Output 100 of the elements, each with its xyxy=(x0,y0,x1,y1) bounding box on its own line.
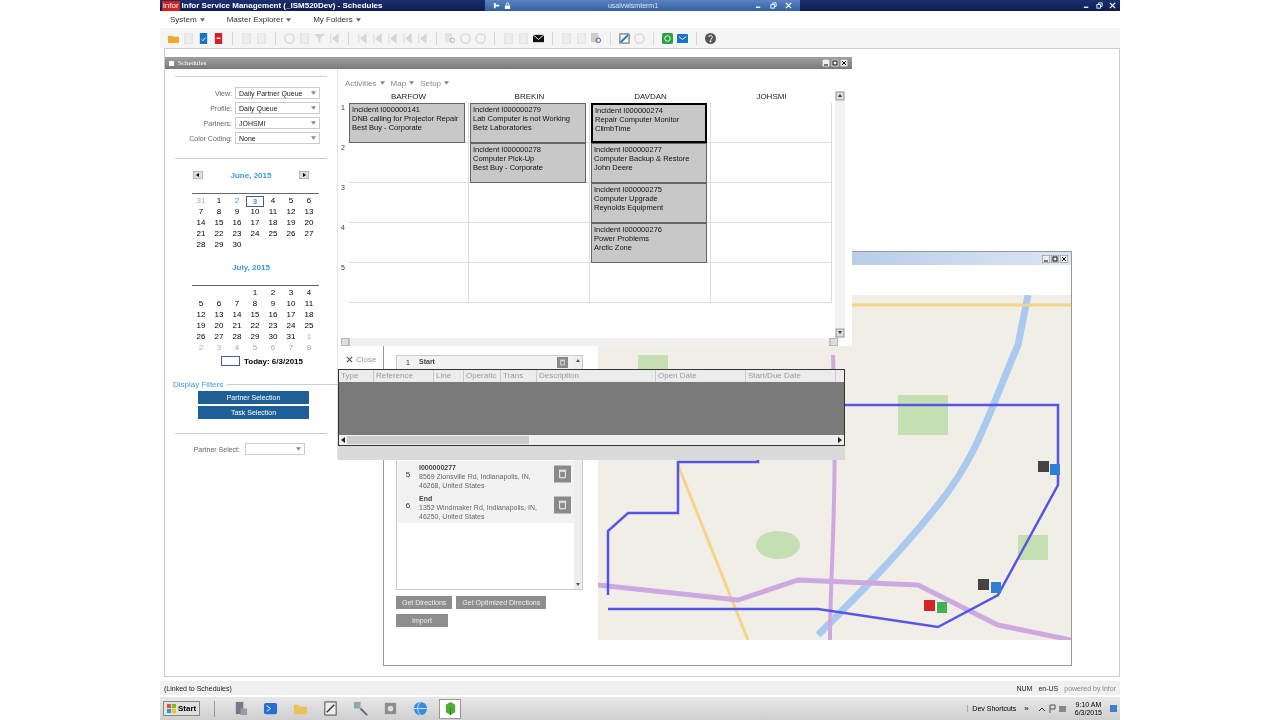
calendar-day[interactable]: 8 xyxy=(246,299,264,310)
calendar-day[interactable]: 10 xyxy=(282,299,300,310)
schedule-slot[interactable] xyxy=(348,263,469,303)
pin-icon[interactable] xyxy=(493,2,500,9)
calendar-day[interactable]: 11 xyxy=(264,207,282,218)
calendar-day[interactable]: 24 xyxy=(282,321,300,332)
calendar-day[interactable]: 21 xyxy=(192,229,210,240)
calendar-day[interactable]: 20 xyxy=(300,218,318,229)
search-icon[interactable] xyxy=(591,32,602,44)
calendar-day[interactable]: 1 xyxy=(210,196,228,207)
calendar-day[interactable]: 1 xyxy=(246,288,264,299)
schedule-slot[interactable] xyxy=(711,263,832,303)
menu-item[interactable]: My Folders xyxy=(313,15,361,24)
calendar-day[interactable]: 30 xyxy=(228,240,246,251)
calendar-day[interactable]: 4 xyxy=(300,288,318,299)
calendar-day[interactable]: 5 xyxy=(192,299,210,310)
schedule-slot[interactable] xyxy=(711,143,832,183)
calendar-day[interactable]: 17 xyxy=(282,310,300,321)
calendar-day[interactable]: 25 xyxy=(300,321,318,332)
calendar-day[interactable]: 13 xyxy=(300,207,318,218)
document-icon[interactable] xyxy=(198,32,209,44)
calendar-day[interactable]: 25 xyxy=(264,229,282,240)
calendar-day[interactable]: 7 xyxy=(192,207,210,218)
schedule-slot[interactable] xyxy=(348,223,469,263)
schedule-slot[interactable] xyxy=(469,263,590,303)
calendar-day[interactable]: 24 xyxy=(246,229,264,240)
calendar-day[interactable]: 17 xyxy=(246,218,264,229)
close-button[interactable] xyxy=(840,59,848,67)
calendar-day[interactable]: 12 xyxy=(192,310,210,321)
link-icon[interactable] xyxy=(662,32,673,44)
calendar-day[interactable]: 27 xyxy=(300,229,318,240)
calendar-day[interactable]: 5 xyxy=(282,196,300,207)
calendar-day[interactable]: 13 xyxy=(210,310,228,321)
pen-icon[interactable] xyxy=(619,32,630,44)
menu-item[interactable]: Setup xyxy=(420,78,450,88)
help-icon[interactable] xyxy=(705,32,716,44)
schedule-slot[interactable] xyxy=(711,103,832,143)
calendar-day[interactable]: 10 xyxy=(246,207,264,218)
cube-icon[interactable] xyxy=(439,698,462,719)
next-month-button[interactable] xyxy=(299,171,309,179)
calendar-day[interactable]: 14 xyxy=(228,310,246,321)
maximize-button[interactable] xyxy=(831,59,839,67)
delete-button[interactable] xyxy=(554,357,571,368)
calendar-day[interactable]: 19 xyxy=(282,218,300,229)
dropdown[interactable] xyxy=(245,443,305,455)
start-button[interactable]: Start xyxy=(163,701,201,716)
maximize-button[interactable] xyxy=(1051,254,1059,263)
pdf-icon[interactable] xyxy=(213,32,224,44)
calendar-day[interactable]: 22 xyxy=(246,321,264,332)
calendar-day[interactable]: 27 xyxy=(210,332,228,343)
scrollbar[interactable] xyxy=(835,91,845,338)
close-button[interactable] xyxy=(1060,254,1068,263)
calendar-day[interactable]: 23 xyxy=(228,229,246,240)
schedule-slot[interactable] xyxy=(348,183,469,223)
calendar-day[interactable]: 14 xyxy=(192,218,210,229)
schedule-slot[interactable] xyxy=(348,143,469,183)
calendar-day[interactable]: 26 xyxy=(282,229,300,240)
menu-item[interactable]: Master Explorer xyxy=(226,15,292,24)
menu-item[interactable]: System xyxy=(170,15,205,24)
schedule-slot[interactable] xyxy=(711,183,832,223)
calendar-day[interactable]: 6 xyxy=(210,299,228,310)
tray-icons[interactable] xyxy=(1036,703,1067,714)
calendar-day[interactable]: 4 xyxy=(264,196,282,207)
expand-toolbar-button[interactable]: » xyxy=(1024,704,1029,713)
lock-icon[interactable] xyxy=(504,2,511,9)
calendar-day[interactable]: 30 xyxy=(264,332,282,343)
calendar-day[interactable]: 22 xyxy=(210,229,228,240)
scrollbar[interactable] xyxy=(339,435,844,445)
calendar-day[interactable]: 12 xyxy=(282,207,300,218)
calendar-day[interactable]: 11 xyxy=(300,299,318,310)
restore-button[interactable] xyxy=(1096,2,1103,9)
show-desktop-button[interactable] xyxy=(1110,705,1117,712)
calendar-day[interactable]: 21 xyxy=(228,321,246,332)
calendar-day[interactable]: 28 xyxy=(228,332,246,343)
calendar-day[interactable]: 29 xyxy=(210,240,228,251)
calendar-day[interactable]: 15 xyxy=(210,218,228,229)
calendar-day[interactable]: 15 xyxy=(246,310,264,321)
calendar-day[interactable]: 28 xyxy=(192,240,210,251)
calendar-day[interactable]: 31 xyxy=(282,332,300,343)
menu-item[interactable]: Map xyxy=(390,78,415,88)
calendar-day[interactable]: 6 xyxy=(300,196,318,207)
menu-item[interactable]: Activities xyxy=(345,78,385,88)
calendar-day[interactable]: 9 xyxy=(264,299,282,310)
calendar-day[interactable]: 29 xyxy=(246,332,264,343)
delete-button[interactable] xyxy=(554,496,571,514)
calendar-day[interactable]: 8 xyxy=(210,207,228,218)
calendar-day[interactable]: 26 xyxy=(192,332,210,343)
calendar-day[interactable]: 16 xyxy=(264,310,282,321)
mail-icon[interactable] xyxy=(533,32,544,44)
schedule-slot[interactable] xyxy=(469,223,590,263)
delete-button[interactable] xyxy=(554,465,571,483)
calendar-day[interactable]: 2 xyxy=(264,288,282,299)
calendar-day[interactable]: 9 xyxy=(228,207,246,218)
calendar-day[interactable]: 16 xyxy=(228,218,246,229)
schedule-slot[interactable] xyxy=(590,263,711,303)
calendar-day[interactable]: 20 xyxy=(210,321,228,332)
calendar-day[interactable]: 7 xyxy=(228,299,246,310)
previous-month-button[interactable] xyxy=(193,171,203,179)
calendar-day[interactable]: 23 xyxy=(264,321,282,332)
scrollbar[interactable] xyxy=(341,338,838,346)
